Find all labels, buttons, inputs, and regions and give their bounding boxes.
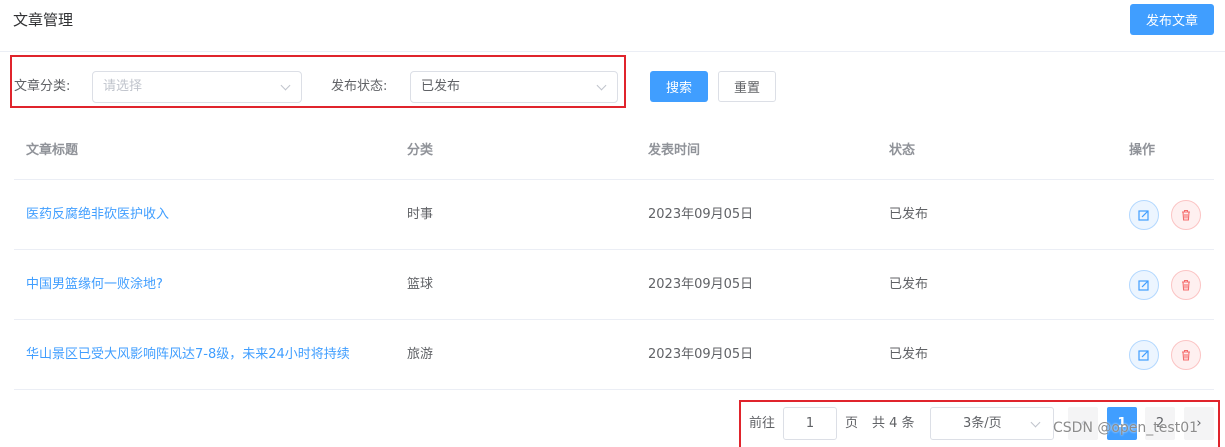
articles-table: 文章标题 分类 发表时间 状态 操作 医药反腐绝非砍医护收入 时事 2023年0… [14, 122, 1214, 390]
trash-icon [1182, 349, 1190, 361]
category-select[interactable]: 请选择 [92, 71, 302, 103]
article-date: 2023年09月05日 [648, 347, 754, 362]
edit-button[interactable] [1129, 270, 1159, 300]
search-button[interactable]: 搜索 [650, 71, 708, 102]
article-date: 2023年09月05日 [648, 277, 754, 292]
article-title-link[interactable]: 医药反腐绝非砍医护收入 [26, 206, 169, 224]
goto-label: 前往 [749, 416, 776, 431]
column-header-category: 分类 [407, 143, 434, 158]
page-title: 文章管理 [13, 11, 74, 29]
edit-button[interactable] [1129, 340, 1159, 370]
edit-icon [1138, 280, 1149, 291]
page-size-value: 3条/页 [963, 416, 1002, 431]
article-title-link[interactable]: 中国男篮缘何一败涂地? [26, 276, 163, 294]
page-header: 文章管理 发布文章 [0, 0, 1225, 52]
article-status: 已发布 [889, 207, 929, 222]
table-row: 华山景区已受大风影响阵风达7-8级，未来24小时将持续 旅游 2023年09月0… [14, 320, 1214, 390]
table-row: 医药反腐绝非砍医护收入 时事 2023年09月05日 已发布 [14, 180, 1214, 250]
edit-icon [1138, 350, 1149, 361]
article-category: 篮球 [407, 277, 434, 292]
reset-button[interactable]: 重置 [718, 71, 776, 102]
trash-icon [1182, 209, 1190, 221]
category-filter-label: 文章分类: [14, 79, 71, 94]
article-status: 已发布 [889, 347, 929, 362]
total-count: 共 4 条 [872, 416, 915, 431]
article-date: 2023年09月05日 [648, 207, 754, 222]
chevron-down-icon [280, 80, 291, 91]
category-select-placeholder: 请选择 [103, 79, 143, 94]
publish-article-button[interactable]: 发布文章 [1130, 4, 1214, 35]
edit-button[interactable] [1129, 200, 1159, 230]
column-header-date: 发表时间 [648, 143, 701, 158]
article-title-link[interactable]: 华山景区已受大风影响阵风达7-8级，未来24小时将持续 [26, 346, 350, 364]
edit-icon [1138, 210, 1149, 221]
chevron-down-icon [1030, 417, 1041, 428]
delete-button[interactable] [1171, 200, 1201, 230]
article-category: 时事 [407, 207, 434, 222]
page-unit-label: 页 [845, 416, 859, 431]
status-select-value: 已发布 [421, 79, 461, 94]
article-status: 已发布 [889, 277, 929, 292]
chevron-down-icon [596, 80, 607, 91]
status-filter-label: 发布状态: [331, 79, 388, 94]
column-header-status: 状态 [889, 143, 916, 158]
trash-icon [1182, 279, 1190, 291]
column-header-title: 文章标题 [26, 143, 79, 158]
delete-button[interactable] [1171, 340, 1201, 370]
page-size-select[interactable]: 3条/页 [930, 407, 1054, 440]
delete-button[interactable] [1171, 270, 1201, 300]
status-select[interactable]: 已发布 [410, 71, 618, 103]
column-header-actions: 操作 [1129, 143, 1156, 158]
article-category: 旅游 [407, 347, 434, 362]
table-row: 中国男篮缘何一败涂地? 篮球 2023年09月05日 已发布 [14, 250, 1214, 320]
goto-page-input[interactable]: 1 [783, 407, 837, 440]
watermark: CSDN @open_test01 [1053, 420, 1199, 436]
table-header: 文章标题 分类 发表时间 状态 操作 [14, 122, 1214, 180]
